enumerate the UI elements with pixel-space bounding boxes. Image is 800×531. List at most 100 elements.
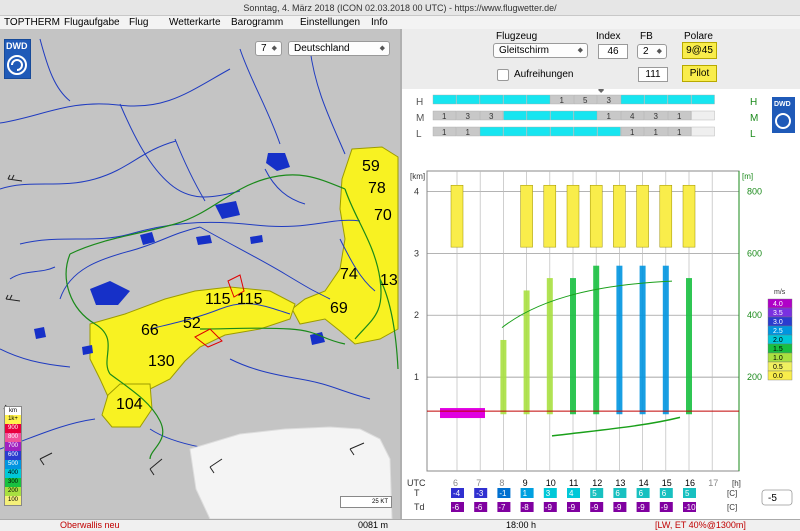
thermal-bar [546, 278, 553, 415]
legend-entry: 500 [5, 460, 21, 469]
cloud-layer-box [450, 184, 464, 248]
dewpoint-value: -6 [475, 503, 483, 512]
climb-scale-label: 1.5 [773, 346, 783, 353]
info-readout: [LW, ET 40%@1300m] [655, 520, 746, 530]
climb-scale-label: 3.0 [773, 319, 783, 326]
menu-einstellungen[interactable]: Einstellungen [300, 16, 360, 29]
dewpoint-value: -6 [452, 503, 460, 512]
cloud-layer-box [636, 184, 649, 248]
cloud-layer-box [613, 184, 626, 248]
y-tick-label: 4 [414, 186, 419, 196]
cloud-cell-value: 3 [466, 112, 471, 121]
legend-entry: 700 [5, 442, 21, 451]
x-tick-label: 7 [476, 478, 481, 488]
climb-scale-label: 0.5 [773, 364, 783, 371]
cloud-cell [573, 110, 598, 121]
cloud-cell [503, 110, 527, 121]
map-value-label: 69 [330, 300, 348, 317]
dewpoint-unit: [C] [727, 503, 737, 512]
y-tick-label: 3 [414, 248, 419, 258]
aufreihungen-checkbox[interactable] [497, 69, 509, 81]
menu-wetterkarte[interactable]: Wetterkarte [169, 16, 221, 29]
legend-entry: 600 [5, 451, 21, 460]
menu-flugaufgabe[interactable]: Flugaufgabe [64, 16, 120, 29]
map-value-label: 74 [340, 266, 358, 283]
menu-info[interactable]: Info [371, 16, 388, 29]
location-name: Oberwallis neu [60, 520, 120, 530]
pilot-button[interactable]: Pilot [682, 65, 717, 82]
time-readout: 18:00 h [506, 520, 537, 530]
cloud-row-label: M [416, 113, 424, 124]
map-value-label: 78 [368, 180, 386, 197]
wind-scale-box: 25 KT [340, 496, 392, 508]
fb-label: FB [640, 31, 653, 42]
cloud-row-label-right: L [750, 129, 756, 140]
map-value-label: 104 [116, 396, 143, 413]
cloud-cell [526, 126, 551, 137]
x-tick-label: 17 [708, 478, 718, 488]
cloud-row-handle: ◆ [598, 89, 605, 94]
x-tick-label: 6 [453, 478, 458, 488]
zoom-select[interactable]: 7 ◆ [255, 41, 282, 56]
cloud-cell-value: 1 [442, 128, 447, 137]
window-title: Sonntag, 4. März 2018 (ICON 02.03.2018 0… [0, 0, 800, 16]
menu-toptherm[interactable]: TOPTHERM [4, 16, 60, 29]
meteogram-panel: Flugzeug Gleitschirm ◆ Index 46 FB 2 ◆ P… [402, 29, 800, 519]
dewpoint-value: -8 [522, 503, 530, 512]
thermal-bar [500, 339, 507, 415]
x-axis-unit: [h] [732, 479, 741, 488]
cloud-layer-box [659, 184, 673, 248]
cloud-row-label-right: H [750, 97, 757, 108]
cloud-cell-value: 4 [630, 112, 635, 121]
thermal-bar [523, 290, 530, 415]
legend-entry: 900 [5, 424, 21, 433]
thermal-bar [639, 265, 646, 415]
cloud-cell-value: 1 [677, 112, 682, 121]
cloud-cell-value: 1 [560, 96, 565, 105]
flugzeug-value: Gleitschirm [499, 45, 550, 56]
fb-select[interactable]: 2 ◆ [637, 44, 667, 59]
cloud-cell [691, 126, 715, 137]
temperature-value: 5 [685, 489, 690, 498]
dewpoint-value: -9 [591, 503, 599, 512]
x-axis-label: UTC [407, 478, 426, 488]
menu-barogramm[interactable]: Barogramm [231, 16, 283, 29]
x-tick-label: 11 [569, 478, 578, 488]
menu-flug[interactable]: Flug [129, 16, 148, 29]
region-select[interactable]: Deutschland ◆ [288, 41, 390, 56]
weather-map[interactable]: DWD 7 ◆ Deutschland ◆ 59 78 70 74 13 69 … [0, 29, 400, 519]
polare-button[interactable]: 9@45 [682, 42, 717, 59]
flugzeug-select[interactable]: Gleitschirm ◆ [493, 43, 588, 58]
cloud-cell [479, 94, 504, 105]
cloud-cell-value: 3 [489, 112, 494, 121]
climb-scale-label: 3.5 [773, 310, 783, 317]
offset-value: -5 [768, 493, 777, 504]
dewpoint-value: -9 [661, 503, 669, 512]
wind-scale-label: 25 KT [371, 499, 388, 505]
map-value-label: 115 [205, 291, 231, 308]
aufreihungen-label: Aufreihungen [514, 69, 574, 80]
menu-bar: TOPTHERM Flugaufgabe Flug Wetterkarte Ba… [0, 16, 800, 29]
cloud-layer-box [543, 184, 557, 248]
dewpoint-value: -10 [684, 503, 696, 512]
dewpoint-value: -9 [614, 503, 622, 512]
climb-scale-label: 2.5 [773, 328, 783, 335]
temperature-value: 6 [615, 489, 620, 498]
cloud-cell [526, 110, 551, 121]
x-tick-label: 15 [662, 478, 672, 488]
temperature-value: 1 [523, 489, 528, 498]
cloud-cell [667, 94, 692, 105]
cloud-cell [573, 126, 598, 137]
climb-scale-label: 4.0 [773, 301, 783, 308]
meteogram-chart[interactable]: 1 2 3 4 [km] 6 7 8 9 10 11 12 13 14 15 16 17 UTC [h] H H 1 5 3 M… [402, 85, 800, 519]
y-right-tick-label: 400 [747, 310, 762, 320]
extra-value-field[interactable]: 111 [638, 67, 668, 82]
dewpoint-value: -9 [545, 503, 553, 512]
x-tick-label: 9 [523, 478, 528, 488]
index-field[interactable]: 46 [598, 44, 628, 59]
map-value-label: 130 [148, 353, 175, 370]
dwd-logo-small-text: DWD [774, 101, 791, 108]
legend-entry: 300 [5, 478, 21, 487]
x-tick-label: 16 [685, 478, 695, 488]
temperature-value: -3 [476, 489, 484, 498]
